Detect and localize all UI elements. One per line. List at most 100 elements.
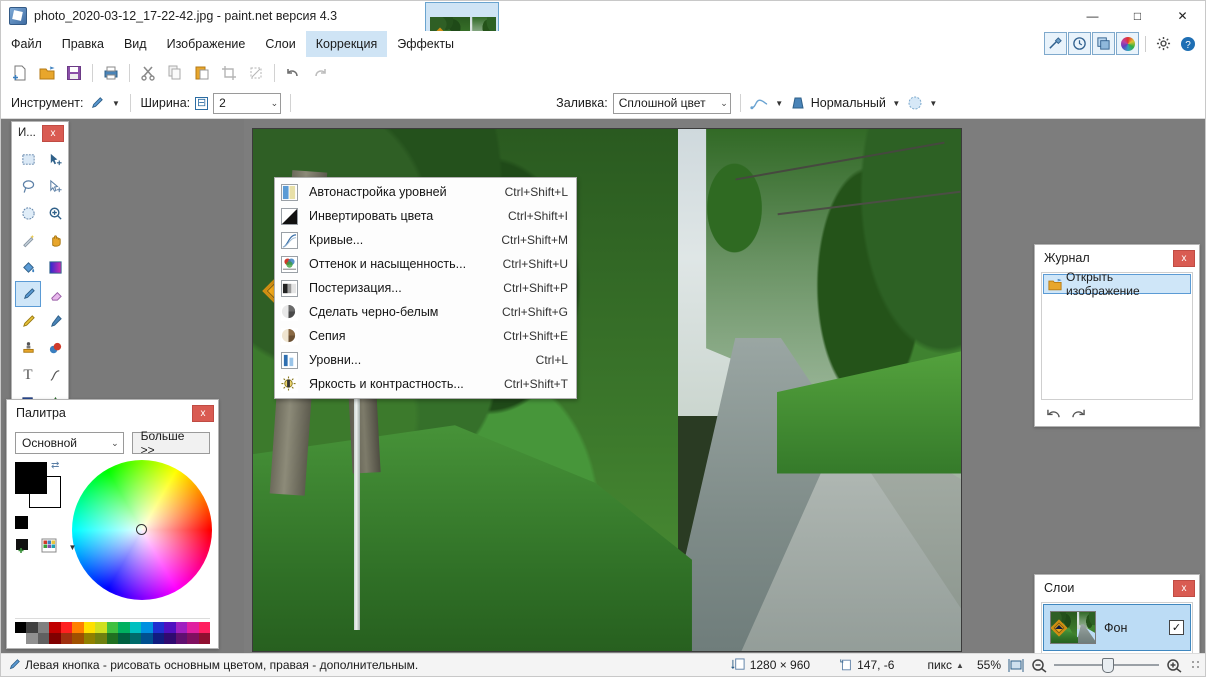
tools-panel-close-button[interactable]: x (42, 124, 64, 142)
rectangle-select-icon[interactable] (15, 146, 41, 172)
history-item[interactable]: Открыть изображение (1043, 270, 1191, 298)
menu-item-invert-colors[interactable]: Инвертировать цвета Ctrl+Shift+I (275, 204, 576, 228)
menu-adjustments[interactable]: Коррекция (305, 31, 388, 57)
blend-chevron-icon[interactable]: ▼ (891, 96, 902, 110)
color-wheel-cursor[interactable] (136, 524, 147, 535)
primary-color-swatch[interactable] (15, 462, 47, 494)
history-list[interactable]: Открыть изображение (1041, 270, 1193, 400)
paintbrush-icon[interactable] (88, 95, 105, 112)
recolor-icon[interactable] (42, 335, 68, 361)
layers-panel-close-button[interactable]: x (1173, 579, 1195, 597)
fill-select[interactable]: Сплошной цвет ⌄ (612, 92, 731, 114)
antialias-icon[interactable] (750, 96, 769, 111)
undo-icon[interactable] (1045, 407, 1062, 420)
pencil-icon[interactable] (15, 308, 41, 334)
menu-item-hue-saturation[interactable]: Оттенок и насыщенность... Ctrl+Shift+U (275, 252, 576, 276)
paste-icon[interactable] (189, 60, 215, 86)
palette-panel-close-button[interactable]: x (192, 404, 214, 422)
menu-item-levels[interactable]: Уровни... Ctrl+L (275, 348, 576, 372)
text-icon[interactable]: T (15, 362, 41, 388)
layers-list[interactable]: Фон ✓ (1041, 602, 1193, 653)
palette-more-button[interactable]: Больше >> (131, 429, 210, 457)
layers-toggle-button[interactable] (1092, 32, 1115, 55)
posterize-icon (281, 279, 298, 297)
add-color-icon[interactable] (15, 538, 35, 556)
reset-colors-icon[interactable] (15, 516, 28, 529)
open-icon[interactable] (34, 60, 60, 86)
zoom-slider[interactable] (1054, 658, 1159, 673)
tools-toggle-button[interactable] (1044, 32, 1067, 55)
history-panel-close-button[interactable]: x (1173, 249, 1195, 267)
paintbrush-icon[interactable] (15, 281, 41, 307)
title-bar: photo_2020-03-12_17-22-42.jpg - paint.ne… (1, 1, 1205, 54)
resize-grip[interactable] (1191, 660, 1201, 670)
history-toggle-button[interactable] (1068, 32, 1091, 55)
layer-thumbnail (1050, 611, 1096, 644)
paintnet-window: photo_2020-03-12_17-22-42.jpg - paint.ne… (0, 0, 1206, 677)
zoom-out-icon[interactable] (1031, 658, 1047, 673)
zoom-slider-thumb[interactable] (1102, 658, 1114, 673)
menu-edit[interactable]: Правка (52, 31, 114, 57)
menu-item-brightness-contrast[interactable]: Яркость и контрастность... Ctrl+Shift+T (275, 372, 576, 396)
paint-bucket-icon[interactable] (15, 254, 41, 280)
line-curve-icon[interactable] (42, 362, 68, 388)
swap-colors-icon[interactable]: ⇄ (51, 460, 59, 471)
crop-icon[interactable] (216, 60, 242, 86)
deselect-icon[interactable] (243, 60, 269, 86)
menu-item-auto-level[interactable]: Автонастройка уровней Ctrl+Shift+L (275, 180, 576, 204)
divider (1145, 35, 1146, 52)
menu-file[interactable]: Файл (1, 31, 52, 57)
cut-icon[interactable] (135, 60, 161, 86)
menu-item-sepia[interactable]: Сепия Ctrl+Shift+E (275, 324, 576, 348)
chevron-down-icon[interactable]: ▼ (67, 540, 78, 554)
save-icon[interactable] (61, 60, 87, 86)
close-button[interactable]: ✕ (1160, 1, 1205, 31)
zoom-in-icon[interactable] (1166, 658, 1182, 673)
help-button[interactable]: ? (1176, 32, 1199, 55)
pan-icon[interactable] (42, 227, 68, 253)
ellipse-select-icon[interactable] (15, 200, 41, 226)
tool-dropdown-chevron-icon[interactable]: ▼ (110, 96, 121, 110)
units-caret-icon[interactable]: ▲ (956, 661, 964, 670)
eraser-icon[interactable] (42, 281, 68, 307)
gradient-icon[interactable] (42, 254, 68, 280)
zoom-icon[interactable] (42, 200, 68, 226)
menu-layers[interactable]: Слои (255, 31, 305, 57)
menu-effects[interactable]: Эффекты (387, 31, 464, 57)
menu-item-posterize[interactable]: Постеризация... Ctrl+Shift+P (275, 276, 576, 300)
magic-wand-icon[interactable] (15, 227, 41, 253)
minimize-button[interactable]: — (1070, 1, 1115, 31)
palette-file-icon[interactable] (41, 538, 61, 556)
layer-row[interactable]: Фон ✓ (1043, 604, 1191, 651)
undo-icon[interactable] (280, 60, 306, 86)
width-decrease-button[interactable]: ⊟ (195, 96, 209, 110)
layer-visibility-checkbox[interactable]: ✓ (1169, 620, 1184, 635)
menu-image[interactable]: Изображение (157, 31, 256, 57)
move-selected-icon[interactable] (42, 146, 68, 172)
alpha-blending-icon[interactable] (907, 95, 923, 111)
new-icon[interactable] (7, 60, 33, 86)
menu-view[interactable]: Вид (114, 31, 157, 57)
alpha-chevron-icon[interactable]: ▼ (928, 96, 939, 110)
palette-mode-select[interactable]: Основной ⌄ (15, 432, 124, 454)
antialias-chevron-icon[interactable]: ▼ (774, 96, 785, 110)
units-group[interactable]: пикс ▲ (927, 658, 964, 672)
redo-icon[interactable] (307, 60, 333, 86)
palette-color-strip[interactable] (15, 618, 210, 644)
settings-button[interactable] (1152, 32, 1175, 55)
clone-stamp-icon[interactable] (15, 335, 41, 361)
color-picker-icon[interactable] (42, 308, 68, 334)
fit-to-window-icon[interactable] (1008, 658, 1024, 673)
blend-mode-icon[interactable] (790, 95, 806, 111)
maximize-button[interactable]: □ (1115, 1, 1160, 31)
lasso-select-icon[interactable] (15, 173, 41, 199)
redo-icon[interactable] (1070, 407, 1087, 420)
menu-item-curves[interactable]: Кривые... Ctrl+Shift+M (275, 228, 576, 252)
copy-icon[interactable] (162, 60, 188, 86)
menu-item-black-and-white[interactable]: Сделать черно-белым Ctrl+Shift+G (275, 300, 576, 324)
print-icon[interactable] (98, 60, 124, 86)
width-input[interactable]: 2 ⌄ (213, 92, 282, 114)
move-selection-icon[interactable] (42, 173, 68, 199)
palette-toggle-button[interactable] (1116, 32, 1139, 55)
color-wheel[interactable] (72, 460, 212, 600)
